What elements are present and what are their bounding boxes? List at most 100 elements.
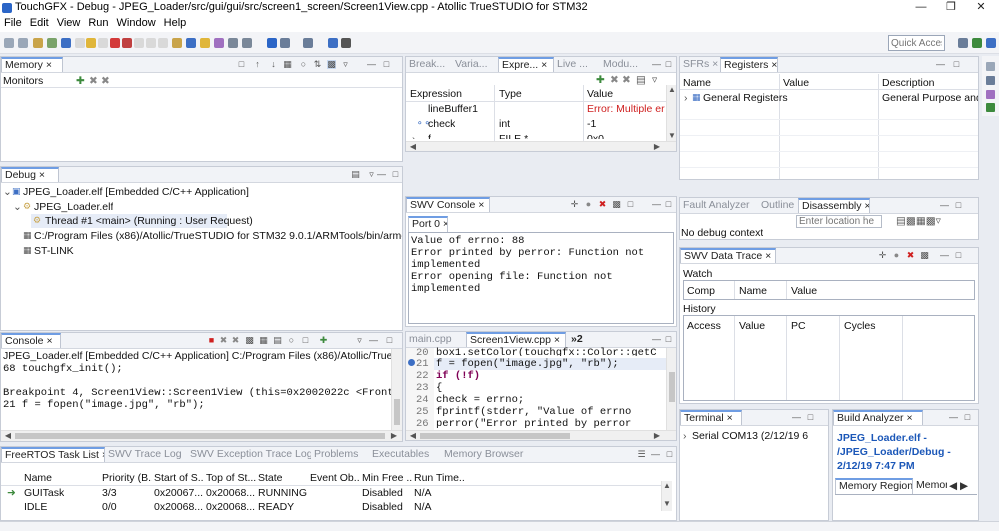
clear-console-icon[interactable]: ▩ <box>245 336 254 345</box>
maximize-view-icon[interactable]: □ <box>963 413 972 422</box>
expand-arrow-icon[interactable]: › <box>412 133 416 139</box>
maximize-view-icon[interactable]: □ <box>664 335 673 344</box>
import-icon[interactable]: ↑ <box>253 60 262 69</box>
forward-icon[interactable] <box>214 38 224 48</box>
breakpoint-icon[interactable] <box>408 359 415 366</box>
minimize-view-icon[interactable]: — <box>940 201 949 210</box>
scroll-up-icon[interactable]: ▲ <box>662 481 672 491</box>
remove-all-icon[interactable]: ✖ <box>231 336 240 345</box>
pin-console-icon[interactable]: ○ <box>287 336 296 345</box>
trim-view-icon[interactable] <box>986 103 995 112</box>
menu-edit[interactable]: Edit <box>26 16 53 31</box>
tab-memory-browser[interactable]: Memory Browser <box>441 447 531 462</box>
swv-console-output[interactable]: Value of errno: 88 Error printed by perr… <box>408 232 674 324</box>
tab-modules[interactable]: Modu... <box>600 57 646 72</box>
step-over-icon[interactable] <box>146 38 156 48</box>
new-tab-icon[interactable]: □ <box>237 60 246 69</box>
display-console-icon[interactable]: □ <box>301 336 310 345</box>
menu-file[interactable]: File <box>0 16 26 31</box>
code-line[interactable]: if (!f) <box>436 370 666 382</box>
expression-row-name[interactable]: check <box>428 118 455 130</box>
maximize-view-icon[interactable]: □ <box>665 450 674 459</box>
stop-trace-icon[interactable]: ✖ <box>906 251 915 260</box>
tab-build-analyzer[interactable]: Build Analyzer × <box>833 410 923 425</box>
remove-all-expressions-icon[interactable]: ✖ <box>622 74 631 86</box>
maximize-view-icon[interactable]: □ <box>952 60 961 69</box>
word-wrap-icon[interactable]: ▤ <box>273 336 282 345</box>
tab-registers[interactable]: Registers × <box>720 57 778 72</box>
debug-tree-gdb-path[interactable]: C:/Program Files (x86)/Atollic/TrueSTUDI… <box>34 230 402 242</box>
build-icon[interactable] <box>47 38 57 48</box>
minimize-view-icon[interactable]: — <box>936 60 945 69</box>
maximize-view-icon[interactable]: □ <box>391 170 400 179</box>
perspective-gfx-icon[interactable] <box>986 38 996 48</box>
scroll-right-icon[interactable]: ▶ <box>389 431 399 441</box>
collapse-arrow-icon[interactable]: ⌄ <box>13 201 22 213</box>
layout-toggle-icon[interactable]: ▦ <box>283 60 292 69</box>
tab-debug[interactable]: Debug × <box>1 167 59 182</box>
tab-console[interactable]: Console × <box>1 333 61 348</box>
minimize-view-icon[interactable]: — <box>369 336 378 345</box>
tab-variables[interactable]: Varia... <box>452 57 498 72</box>
minimize-view-icon[interactable]: — <box>367 60 376 69</box>
sync-icon[interactable]: ⇅ <box>313 60 322 69</box>
expressions-vscroll[interactable]: ▲ ▼ <box>666 85 676 143</box>
trim-view-icon[interactable] <box>986 76 995 85</box>
disassembly-tools-icon[interactable]: ▤▩▦▩▿ <box>896 215 941 227</box>
scroll-left-icon[interactable]: ◀ <box>3 431 13 441</box>
tab-swv-data-trace[interactable]: SWV Data Trace × <box>680 248 776 263</box>
tab-expressions[interactable]: Expre... × <box>498 57 554 72</box>
tab-disassembly[interactable]: Disassembly × <box>798 198 870 213</box>
view-menu-icon[interactable]: ▿ <box>367 170 376 179</box>
linked-icon[interactable]: ▩ <box>327 60 336 69</box>
resume-icon[interactable] <box>86 38 96 48</box>
terminal-connection[interactable]: Serial COM13 (2/12/19 6 <box>692 430 826 442</box>
view-menu-icon[interactable]: ☰ <box>637 450 646 459</box>
collapse-arrow-icon[interactable]: ⌄ <box>3 186 12 198</box>
code-line[interactable]: box1.setColor(touchgfx::Color::getC <box>436 347 666 356</box>
console-vscroll[interactable] <box>391 349 402 431</box>
disconnect-icon[interactable] <box>122 38 132 48</box>
expression-row-name[interactable]: lineBuffer1 <box>428 103 478 115</box>
register-row-name[interactable]: General Registers <box>703 92 788 104</box>
tab-executables[interactable]: Executables <box>369 447 441 462</box>
more-tabs-button[interactable]: »2 <box>568 332 584 347</box>
menu-help[interactable]: Help <box>160 16 191 31</box>
console-hscroll[interactable]: ◀ ▶ <box>1 430 402 441</box>
nav-back-icon[interactable] <box>228 38 238 48</box>
minimize-icon[interactable]: — <box>906 0 936 15</box>
expand-arrow-icon[interactable]: › <box>684 92 688 104</box>
task-row-name[interactable]: GUITask <box>24 487 64 499</box>
tab-breakpoints[interactable]: Break... <box>406 57 452 72</box>
remove-expression-icon[interactable]: ✖ <box>610 74 619 86</box>
perspective-debug-icon[interactable] <box>972 38 982 48</box>
minimize-view-icon[interactable]: — <box>652 60 661 69</box>
quick-access-input[interactable] <box>888 35 945 51</box>
expressions-hscroll[interactable]: ◀ ▶ <box>406 141 676 151</box>
expand-icon[interactable] <box>341 38 351 48</box>
expand-arrow-icon[interactable]: › <box>683 430 687 442</box>
restart-icon[interactable] <box>186 38 196 48</box>
nav-forward-icon[interactable] <box>242 38 252 48</box>
debug-tree-elf[interactable]: JPEG_Loader.elf <box>34 201 113 213</box>
save-icon[interactable] <box>18 38 28 48</box>
suspend-icon[interactable] <box>98 38 108 48</box>
history-table[interactable]: Access Value PC Cycles <box>683 315 975 401</box>
scroll-left-icon[interactable]: ◀ <box>408 431 418 440</box>
tab-swv-console[interactable]: SWV Console × <box>406 197 490 212</box>
debug-tree-stlink[interactable]: ST-LINK <box>34 245 74 257</box>
minimize-view-icon[interactable]: — <box>377 170 386 179</box>
editor-hscroll[interactable]: ◀ ▶ <box>406 430 676 440</box>
maximize-view-icon[interactable]: □ <box>664 200 673 209</box>
code-line[interactable]: check = errno; <box>436 394 666 406</box>
tab-swv-trace-log[interactable]: SWV Trace Log <box>105 447 187 462</box>
configure-icon[interactable]: ✛ <box>878 251 887 260</box>
window-icon[interactable] <box>280 38 290 48</box>
debug-icon[interactable] <box>61 38 71 48</box>
scroll-down-icon[interactable]: ▼ <box>662 499 672 509</box>
tab-fault-analyzer[interactable]: Fault Analyzer <box>680 198 758 213</box>
tab-memory[interactable]: Memory × <box>1 57 63 72</box>
code-line[interactable]: fprintf(stderr, "Value of errno <box>436 406 666 418</box>
remove-launch-icon[interactable]: ✖ <box>219 336 228 345</box>
scroll-thumb[interactable] <box>669 372 675 402</box>
